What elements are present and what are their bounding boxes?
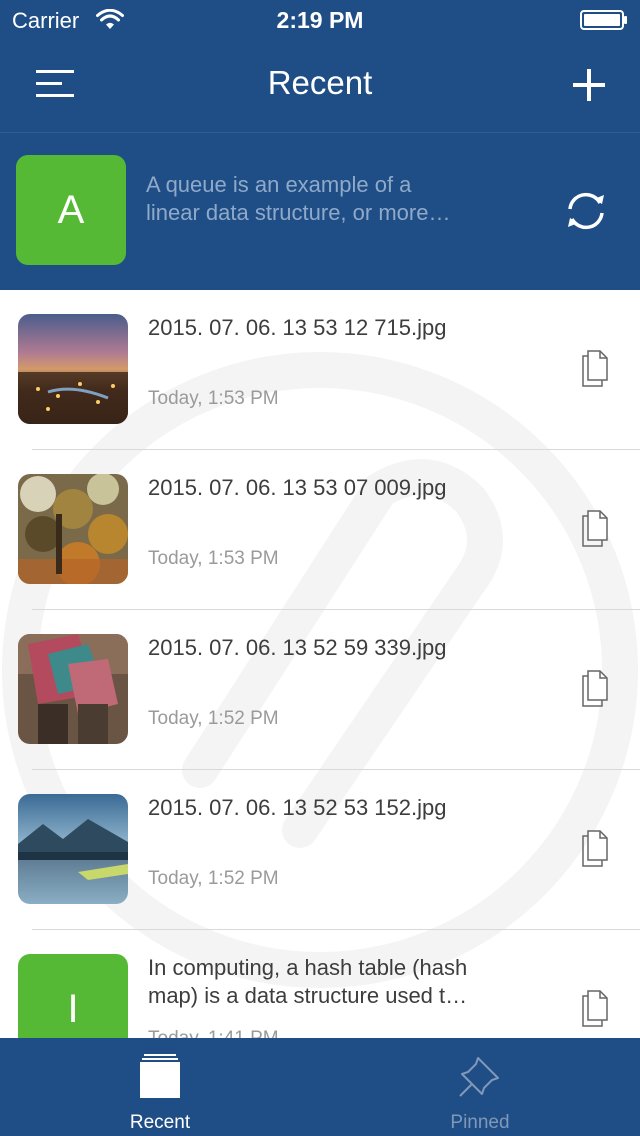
list-item[interactable]: 2015. 07. 06. 13 52 53 152.jpg Today, 1:… bbox=[0, 770, 640, 930]
tab-recent[interactable]: Recent bbox=[0, 1038, 320, 1136]
copy-icon[interactable] bbox=[580, 670, 610, 708]
city-night-thumbnail bbox=[18, 314, 128, 424]
screen: Carrier 2:19 PM Recent A A queue is an e… bbox=[0, 0, 640, 1136]
stack-icon bbox=[140, 1054, 180, 1098]
current-clipboard-card[interactable]: A A queue is an example of a linear data… bbox=[0, 132, 640, 290]
item-title-line2: map) is a data structure used t… bbox=[148, 983, 468, 1008]
tab-pinned-label: Pinned bbox=[450, 1112, 510, 1133]
page-title: Recent bbox=[267, 64, 373, 101]
text-clip-avatar: I bbox=[18, 954, 128, 1038]
item-title: In computing, a hash table (hash map) is… bbox=[148, 954, 528, 1010]
battery-icon bbox=[580, 10, 627, 30]
item-timestamp: Today, 1:52 PM bbox=[148, 708, 279, 729]
add-icon[interactable] bbox=[572, 68, 606, 102]
person-scarf-thumbnail bbox=[18, 634, 128, 744]
clipboard-list[interactable]: 2015. 07. 06. 13 53 12 715.jpg Today, 1:… bbox=[0, 290, 640, 1038]
list-item[interactable]: 2015. 07. 06. 13 52 59 339.jpg Today, 1:… bbox=[0, 610, 640, 770]
item-title: 2015. 07. 06. 13 53 07 009.jpg bbox=[148, 474, 528, 502]
refresh-icon[interactable] bbox=[562, 187, 610, 235]
item-title: 2015. 07. 06. 13 52 53 152.jpg bbox=[148, 794, 528, 822]
item-title-line1: 2015. 07. 06. 13 52 59 339.jpg bbox=[148, 635, 447, 660]
item-timestamp: Today, 1:52 PM bbox=[148, 868, 279, 889]
status-time: 2:19 PM bbox=[276, 7, 364, 33]
item-timestamp: Today, 1:41 PM bbox=[148, 1028, 279, 1038]
mountain-lake-thumbnail bbox=[18, 794, 128, 904]
tab-recent-label: Recent bbox=[129, 1112, 191, 1133]
tab-pinned[interactable]: Pinned bbox=[320, 1038, 640, 1136]
pin-icon bbox=[459, 1057, 499, 1097]
list-item[interactable]: 2015. 07. 06. 13 53 07 009.jpg Today, 1:… bbox=[0, 450, 640, 610]
item-title-line1: 2015. 07. 06. 13 53 07 009.jpg bbox=[148, 475, 447, 500]
tab-bar: Recent Pinned bbox=[0, 1038, 640, 1136]
current-clip-text-line1: A queue is an example of a bbox=[146, 172, 412, 197]
copy-icon[interactable] bbox=[580, 830, 610, 868]
item-title: 2015. 07. 06. 13 53 12 715.jpg bbox=[148, 314, 528, 342]
status-bar: Carrier 2:19 PM bbox=[0, 0, 640, 40]
copy-icon[interactable] bbox=[580, 350, 610, 388]
item-timestamp: Today, 1:53 PM bbox=[148, 388, 279, 409]
item-title: 2015. 07. 06. 13 52 59 339.jpg bbox=[148, 634, 528, 662]
list-item[interactable]: I In computing, a hash table (hash map) … bbox=[0, 930, 640, 1038]
item-title-line1: 2015. 07. 06. 13 52 53 152.jpg bbox=[148, 795, 447, 820]
item-title-line1: In computing, a hash table (hash bbox=[148, 955, 468, 980]
copy-icon[interactable] bbox=[580, 510, 610, 548]
list-item[interactable]: 2015. 07. 06. 13 53 12 715.jpg Today, 1:… bbox=[0, 290, 640, 450]
item-title-line1: 2015. 07. 06. 13 53 12 715.jpg bbox=[148, 315, 447, 340]
copy-icon[interactable] bbox=[580, 990, 610, 1028]
header: Carrier 2:19 PM Recent bbox=[0, 0, 640, 132]
current-clip-text-line2: linear data structure, or more… bbox=[146, 200, 451, 225]
autumn-forest-thumbnail bbox=[18, 474, 128, 584]
current-clip-avatar: A bbox=[16, 155, 126, 265]
current-clip-text: A queue is an example of a linear data s… bbox=[146, 171, 516, 227]
item-timestamp: Today, 1:53 PM bbox=[148, 548, 279, 569]
